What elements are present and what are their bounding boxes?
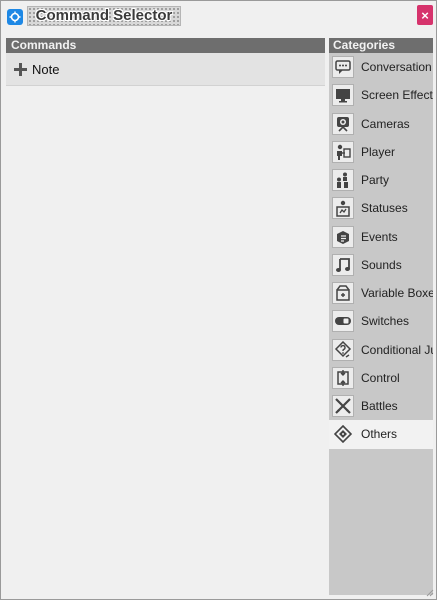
- category-conversation[interactable]: Conversation: [329, 53, 433, 81]
- category-label: Switches: [361, 314, 410, 329]
- category-cameras[interactable]: Cameras: [329, 110, 433, 138]
- events-icon: [332, 225, 354, 248]
- title-bar[interactable]: Command Selector ×: [1, 1, 436, 33]
- category-label: Battles: [361, 399, 398, 414]
- crossed-swords-icon: [332, 395, 354, 418]
- speech-bubble-icon: [332, 56, 354, 79]
- commands-header: Commands: [6, 38, 325, 53]
- category-label: Conditional Jumps: [361, 342, 433, 357]
- toggle-switch-icon: [332, 310, 354, 333]
- others-diamond-icon: [332, 423, 354, 446]
- category-variable-boxes[interactable]: Variable Boxes: [329, 279, 433, 307]
- category-conditional-jumps[interactable]: Conditional Jumps: [329, 336, 433, 364]
- category-label: Cameras: [361, 116, 410, 131]
- categories-header: Categories: [329, 38, 433, 53]
- plus-icon: [14, 62, 27, 76]
- category-control[interactable]: Control: [329, 364, 433, 392]
- player-icon: [332, 140, 354, 163]
- control-flow-icon: [332, 366, 354, 389]
- category-label: Variable Boxes: [361, 286, 433, 301]
- category-label: Player: [361, 144, 396, 159]
- close-icon: ×: [421, 7, 429, 23]
- category-sounds[interactable]: Sounds: [329, 251, 433, 279]
- categories-panel: Categories Conversation Screen Effects C…: [329, 38, 433, 595]
- category-player[interactable]: Player: [329, 138, 433, 166]
- category-label: Party: [361, 173, 390, 188]
- close-button[interactable]: ×: [417, 5, 433, 25]
- category-label: Others: [361, 427, 398, 442]
- category-label: Conversation: [361, 60, 432, 75]
- command-label: Note: [32, 61, 60, 77]
- camera-icon: [332, 112, 354, 135]
- category-label: Events: [361, 229, 398, 244]
- window-title: Command Selector: [35, 7, 173, 24]
- monitor-icon: [332, 84, 354, 107]
- category-events[interactable]: Events: [329, 223, 433, 251]
- category-label: Sounds: [361, 257, 402, 272]
- window-title-plate: Command Selector: [27, 6, 181, 26]
- category-screen-effects[interactable]: Screen Effects: [329, 81, 433, 109]
- category-party[interactable]: Party: [329, 166, 433, 194]
- command-item-note[interactable]: Note: [6, 53, 325, 86]
- command-selector-window: Command Selector × Commands Note Categor…: [0, 0, 437, 600]
- variable-box-icon: [332, 282, 354, 305]
- category-label: Control: [361, 370, 400, 385]
- resize-grip-icon[interactable]: [424, 587, 434, 597]
- app-icon: [7, 9, 23, 25]
- statuses-icon: [332, 197, 354, 220]
- conditional-jump-icon: [332, 338, 354, 361]
- commands-panel: Commands Note: [6, 38, 325, 590]
- category-others[interactable]: Others: [329, 420, 433, 449]
- category-switches[interactable]: Switches: [329, 307, 433, 335]
- category-battles[interactable]: Battles: [329, 392, 433, 420]
- category-label: Screen Effects: [361, 88, 433, 103]
- music-note-icon: [332, 253, 354, 276]
- category-statuses[interactable]: Statuses: [329, 194, 433, 222]
- category-label: Statuses: [361, 201, 408, 216]
- party-icon: [332, 169, 354, 192]
